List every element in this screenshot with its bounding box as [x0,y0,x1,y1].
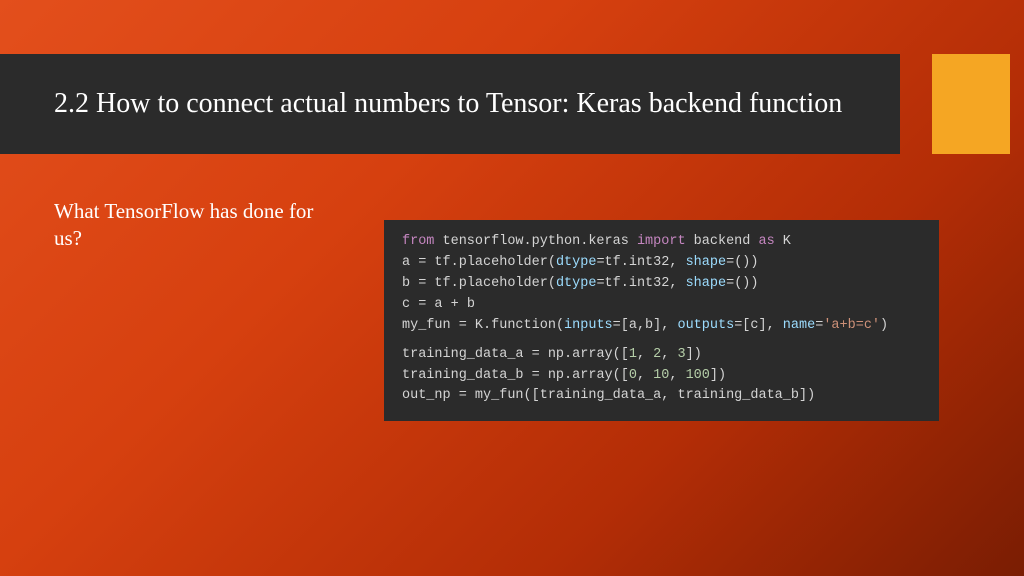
code-token: inputs [564,318,613,333]
code-token: =()) [726,255,758,270]
code-token: 100 [686,368,710,383]
code-token: + [451,297,459,312]
code-token: , [637,368,653,383]
code-token: training_data_a [402,347,532,362]
code-token: tf.placeholder( [426,255,556,270]
code-token: = [532,347,540,362]
slide-subtitle: What TensorFlow has done for us? [54,198,314,253]
code-token: 0 [629,368,637,383]
code-blank-line [402,337,921,345]
code-token: =tf.int32, [596,276,685,291]
code-token: , [637,347,653,362]
code-token: K.function( [467,318,564,333]
title-bar: 2.2 How to connect actual numbers to Ten… [0,54,900,154]
slide-title: 2.2 How to connect actual numbers to Ten… [54,86,842,122]
code-token: dtype [556,255,597,270]
code-token: np.array([ [540,368,629,383]
code-token: K [775,234,791,249]
code-token: a [426,297,450,312]
code-token: =[a,b], [613,318,678,333]
code-token: 10 [653,368,669,383]
code-token: = [459,318,467,333]
code-token: np.array([ [540,347,629,362]
code-token: tf.placeholder( [426,276,556,291]
code-token: =[c], [734,318,783,333]
code-token: a [402,255,418,270]
code-token: shape [686,276,727,291]
code-token: dtype [556,276,597,291]
code-token: backend [686,234,759,249]
code-token: 'a+b=c' [823,318,880,333]
code-token: ) [880,318,888,333]
code-token: = [532,368,540,383]
code-token: ]) [686,347,702,362]
code-token: my_fun([training_data_a, training_data_b… [467,388,815,403]
slide: 2.2 How to connect actual numbers to Ten… [0,0,1024,576]
code-token: c [402,297,418,312]
code-token: as [758,234,774,249]
code-token: tensorflow.python.keras [434,234,637,249]
code-token: 3 [677,347,685,362]
code-token: , [669,368,685,383]
code-token: shape [686,255,727,270]
accent-block [932,54,1010,154]
code-token: from [402,234,434,249]
code-token: training_data_b [402,368,532,383]
code-token: =()) [726,276,758,291]
code-token: my_fun [402,318,459,333]
code-token: ]) [710,368,726,383]
code-token: name [783,318,815,333]
code-token: =tf.int32, [596,255,685,270]
code-token: , [661,347,677,362]
code-token: outputs [677,318,734,333]
code-token: = [459,388,467,403]
code-block: from tensorflow.python.keras import back… [384,220,939,421]
code-token: out_np [402,388,459,403]
code-token: b [459,297,475,312]
code-token: 1 [629,347,637,362]
code-token: b [402,276,418,291]
code-token: import [637,234,686,249]
